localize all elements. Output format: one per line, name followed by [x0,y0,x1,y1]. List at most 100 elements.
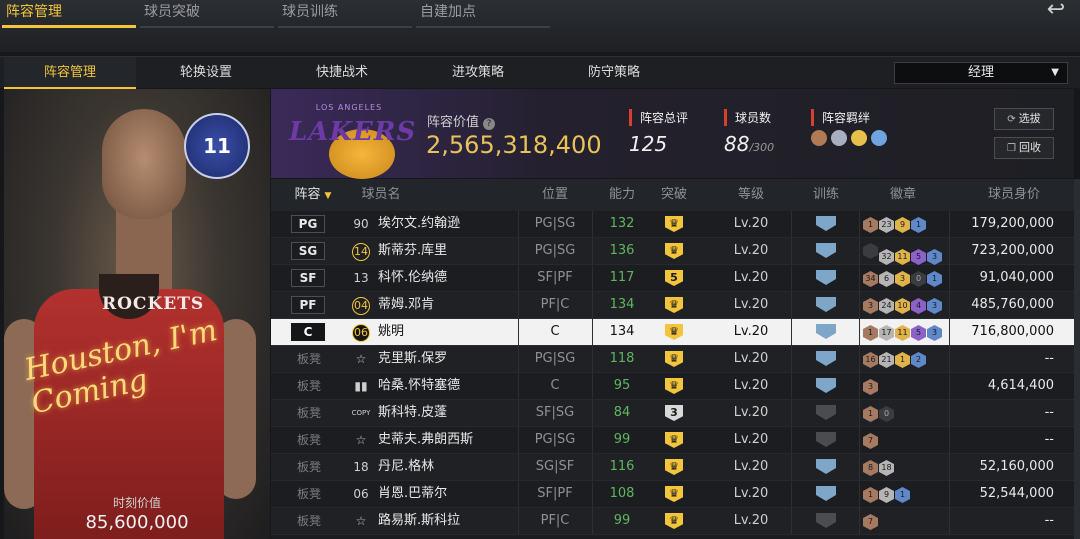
badge-icon[interactable]: 7 [863,514,878,530]
badge-icon[interactable]: 5 [911,325,926,341]
training-icon[interactable] [811,216,841,232]
badge-icon[interactable]: 3 [927,249,942,265]
top-tab-lineup[interactable]: 阵容管理 [2,0,136,28]
table-row[interactable]: 板凳 ☆ 路易斯.斯科拉 PF|C 99 ♛ Lv.20 7 -- [271,508,1074,535]
breakthrough-icon[interactable]: ♛ [656,216,692,232]
badge-icon[interactable]: 3 [863,298,878,314]
bond-silver-icon[interactable] [831,130,847,146]
table-row[interactable]: 板凳 18 丹尼.格林 SG|SF 116 ♛ Lv.20 8 18 52,160,000 [271,454,1074,481]
badge-icon[interactable]: 1 [863,406,878,422]
training-icon[interactable] [811,405,841,421]
filter-button[interactable]: ⟳ 选拔 [994,108,1054,130]
bond-bronze-icon[interactable] [811,130,827,146]
badge-icon[interactable]: 18 [879,460,894,476]
header-position[interactable]: 位置 [518,179,592,211]
badge-icon[interactable]: 17 [879,325,894,341]
sub-tab-offense[interactable]: 进攻策略 [412,57,544,89]
training-icon[interactable] [811,513,841,529]
table-row[interactable]: SG 14 斯蒂芬.库里 PG|SG 136 ♛ Lv.20 32 11 5 3 723,200,00… [271,238,1074,265]
badge-icon[interactable]: 3 [927,298,942,314]
header-level[interactable]: 等级 [711,179,791,211]
badge-icon[interactable]: 1 [895,487,910,503]
role-select[interactable]: 经理 ▼ [894,62,1068,84]
header-slot[interactable]: 阵容 ▼ [285,179,341,211]
badge-icon[interactable]: 10 [895,298,910,314]
header-ability[interactable]: 能力 [592,179,652,211]
breakthrough-icon[interactable]: ♛ [656,432,692,448]
badge-icon[interactable]: 3 [863,379,878,395]
badge-icon[interactable]: 1 [863,325,878,341]
scrollbar[interactable] [1074,179,1080,539]
breakthrough-icon[interactable]: 5 [656,270,692,286]
table-row[interactable]: 板凳 ☆ 克里斯.保罗 PG|SG 118 ♛ Lv.20 16 21 1 2 -- [271,346,1074,373]
breakthrough-icon[interactable]: ♛ [656,324,692,340]
top-tab-custom-points[interactable]: 自建加点 [416,0,550,28]
breakthrough-icon[interactable]: 3 [656,405,692,421]
table-row[interactable]: C 06 姚明 C 134 ♛ Lv.20 1 17 11 5 3 716,800,000 [271,319,1074,346]
table-row[interactable]: PG 90 埃尔文.约翰逊 PG|SG 132 ♛ Lv.20 1 23 9 1 179,200,00… [271,211,1074,238]
badge-icon[interactable]: 1 [911,217,926,233]
badge-icon[interactable]: 1 [863,217,878,233]
sub-tab-lineup[interactable]: 阵容管理 [4,57,136,89]
breakthrough-icon[interactable]: ♛ [656,243,692,259]
training-icon[interactable] [811,243,841,259]
breakthrough-icon[interactable]: ♛ [656,459,692,475]
header-salary[interactable]: 球员身价 [971,179,1057,211]
badge-icon[interactable]: 8 [863,460,878,476]
breakthrough-icon[interactable]: ♛ [656,513,692,529]
header-breakthrough[interactable]: 突破 [656,179,692,211]
badge-icon[interactable]: 34 [863,271,878,287]
badge-icon[interactable] [863,243,878,259]
badge-icon[interactable]: 1 [895,352,910,368]
header-training[interactable]: 训练 [806,179,846,211]
table-row[interactable]: 板凳 COPY 斯科特.皮蓬 SF|SG 84 3 Lv.20 1 0 -- [271,400,1074,427]
badge-icon[interactable]: 1 [927,271,942,287]
sub-tab-defense[interactable]: 防守策略 [548,57,680,89]
table-row[interactable]: 板凳 ▮▮ 哈桑.怀特塞德 C 95 ♛ Lv.20 3 4,614,400 [271,373,1074,400]
badge-icon[interactable]: 11 [895,325,910,341]
badge-icon[interactable]: 4 [911,298,926,314]
training-icon[interactable] [811,351,841,367]
badge-icon[interactable]: 24 [879,298,894,314]
header-name[interactable]: 球员名 [351,179,411,211]
recycle-button[interactable]: ❐ 回收 [994,137,1054,159]
breakthrough-icon[interactable]: ♛ [656,486,692,502]
badge-icon[interactable]: 2 [911,352,926,368]
help-icon[interactable]: ? [483,118,496,130]
training-icon[interactable] [811,270,841,286]
badge-icon[interactable]: 11 [895,249,910,265]
training-icon[interactable] [811,486,841,502]
badge-icon[interactable]: 9 [895,217,910,233]
breakthrough-icon[interactable]: ♛ [656,378,692,394]
back-icon[interactable]: ↩ [1036,0,1076,22]
badge-icon[interactable]: 32 [879,249,894,265]
badge-icon[interactable]: 3 [927,325,942,341]
training-icon[interactable] [811,432,841,448]
training-icon[interactable] [811,378,841,394]
breakthrough-icon[interactable]: ♛ [656,297,692,313]
sub-tab-rotation[interactable]: 轮换设置 [140,57,272,89]
top-tab-training[interactable]: 球员训练 [278,0,412,28]
bond-icons[interactable] [811,130,891,150]
badge-icon[interactable]: 9 [879,487,894,503]
breakthrough-icon[interactable]: ♛ [656,351,692,367]
badge-icon[interactable]: 7 [863,433,878,449]
badge-icon[interactable]: 6 [879,271,894,287]
training-icon[interactable] [811,459,841,475]
badge-icon[interactable]: 0 [879,406,894,422]
bond-gold-icon[interactable] [851,130,867,146]
badge-icon[interactable]: 0 [911,271,926,287]
table-row[interactable]: SF 13 科怀.伦纳德 SF|PF 117 5 Lv.20 34 6 3 0 1 91,040,000 [271,265,1074,292]
badge-icon[interactable]: 3 [895,271,910,287]
player-card[interactable]: ROCKETS Houston, I'm Coming 11 时刻价值 85,6… [4,89,270,539]
badge-icon[interactable]: 1 [863,487,878,503]
top-tab-breakthrough[interactable]: 球员突破 [140,0,274,28]
table-row[interactable]: 板凳 ☆ 史蒂夫.弗朗西斯 PG|SG 99 ♛ Lv.20 7 -- [271,427,1074,454]
badge-icon[interactable]: 5 [911,249,926,265]
training-icon[interactable] [811,297,841,313]
badge-icon[interactable]: 16 [863,352,878,368]
badge-icon[interactable]: 21 [879,352,894,368]
sub-tab-quick-tactics[interactable]: 快捷战术 [276,57,408,89]
header-badges[interactable]: 徽章 [881,179,925,211]
table-row[interactable]: 板凳 06 肖恩.巴蒂尔 SF|PF 108 ♛ Lv.20 1 9 1 52,544,000 [271,481,1074,508]
